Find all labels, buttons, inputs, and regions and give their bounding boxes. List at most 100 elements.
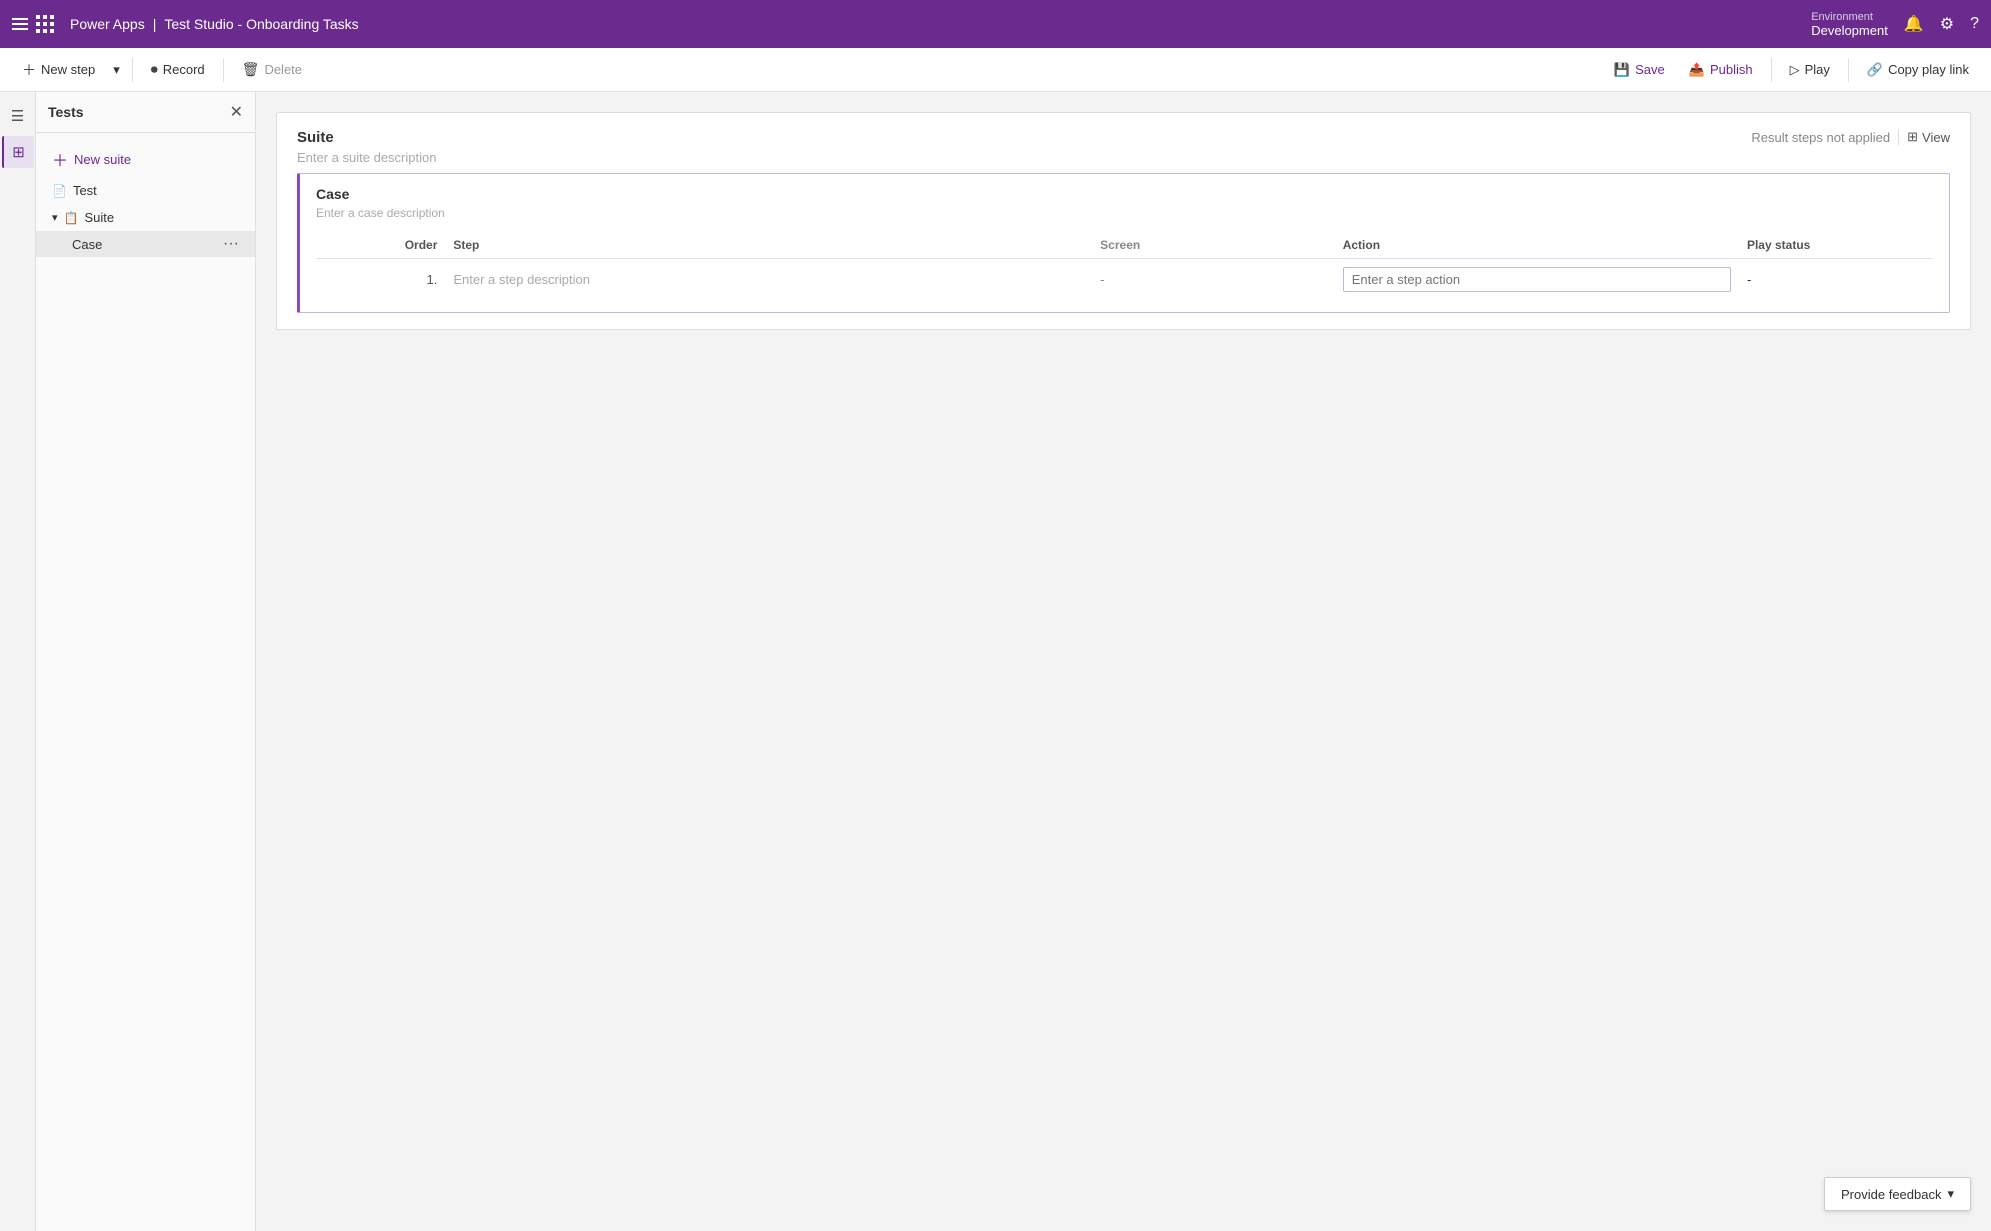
sidebar: Tests ✕ ＋ New suite 📄 Test ▾ 📋 Suite Cas…	[36, 92, 256, 1231]
topbar: Power Apps | Test Studio - Onboarding Ta…	[0, 0, 1991, 48]
steps-table-body: 1. Enter a step description - -	[316, 259, 1933, 301]
content-area: Suite Enter a suite description Result s…	[256, 92, 1991, 1231]
play-button[interactable]: ▷ Play	[1780, 54, 1840, 86]
suite-description-placeholder: Enter a suite description	[297, 150, 436, 165]
sidebar-item-suite[interactable]: ▾ 📋 Suite	[36, 204, 255, 231]
table-row: 1. Enter a step description - -	[316, 259, 1933, 301]
col-header-playstatus: Play status	[1739, 232, 1933, 259]
suite-card: Suite Enter a suite description Result s…	[276, 112, 1971, 330]
step-order: 1.	[316, 259, 445, 301]
apps-grid-icon	[36, 15, 54, 33]
publish-label: Publish	[1710, 62, 1753, 77]
hamburger-icon	[12, 18, 28, 30]
publish-icon: 📤	[1689, 62, 1705, 78]
nav-menu-button[interactable]: ☰	[2, 100, 34, 132]
toolbar-right-actions: 💾 Save 📤 Publish ▷ Play 🔗 Copy play link	[1604, 54, 1979, 86]
steps-table-header: Order Step Screen Action Play status	[316, 232, 1933, 259]
sidebar-close-button[interactable]: ✕	[230, 102, 243, 122]
steps-table: Order Step Screen Action Play status 1. …	[316, 232, 1933, 300]
chevron-down-icon: ▾	[113, 62, 120, 78]
new-suite-button[interactable]: ＋ New suite	[36, 141, 255, 177]
toolbar-separator-3	[1771, 58, 1772, 82]
sidebar-header: Tests ✕	[36, 92, 255, 133]
nav-tests-button[interactable]: ⊞	[2, 136, 34, 168]
sidebar-item-case[interactable]: Case ···	[36, 231, 255, 257]
sidebar-test-label: Test	[73, 183, 97, 198]
new-suite-label: New suite	[74, 152, 131, 167]
toolbar-separator-2	[223, 58, 224, 82]
record-label: Record	[163, 62, 205, 77]
sidebar-title: Tests	[48, 104, 84, 120]
step-action-input[interactable]	[1343, 267, 1731, 292]
case-title: Case	[316, 186, 1933, 202]
case-label: Case	[72, 237, 102, 252]
environment-label: Environment	[1811, 11, 1873, 23]
toolbar: ＋ New step ▾ ⏺ Record 🗑 Delete 💾 Save 📤 …	[0, 48, 1991, 92]
bell-icon: 🔔	[1904, 14, 1924, 34]
sidebar-title-text: Tests	[48, 104, 84, 120]
settings-button[interactable]: ⚙	[1940, 14, 1954, 34]
toolbar-separator-1	[132, 58, 133, 82]
chevron-down-icon: ▾	[1947, 1186, 1954, 1202]
new-step-dropdown-button[interactable]: ▾	[109, 54, 124, 86]
step-description-placeholder: Enter a step description	[453, 272, 590, 287]
delete-icon: 🗑	[242, 61, 260, 78]
step-description: Enter a step description	[445, 259, 1092, 301]
save-label: Save	[1635, 62, 1665, 77]
delete-label: Delete	[264, 62, 302, 77]
step-play-status: -	[1739, 259, 1933, 301]
record-icon: ⏺	[151, 61, 158, 78]
case-description-placeholder: Enter a case description	[316, 206, 1933, 220]
suite-actions: Result steps not applied ⊞ View	[1751, 129, 1950, 145]
col-header-step: Step	[445, 232, 1092, 259]
main-layout: ☰ ⊞ Tests ✕ ＋ New suite 📄 Test ▾ 📋	[0, 92, 1991, 1231]
steps-header-row: Order Step Screen Action Play status	[316, 232, 1933, 259]
doc-icon: 📄	[52, 184, 67, 198]
provide-feedback-button[interactable]: Provide feedback ▾	[1824, 1177, 1971, 1211]
help-button[interactable]: ?	[1970, 15, 1979, 33]
feedback-label: Provide feedback	[1841, 1187, 1941, 1202]
new-step-button[interactable]: ＋ New step	[12, 54, 105, 86]
copy-play-link-label: Copy play link	[1888, 62, 1969, 77]
suite-view-button[interactable]: ⊞ View	[1907, 129, 1950, 145]
sidebar-suite-label: Suite	[84, 210, 114, 225]
publish-button[interactable]: 📤 Publish	[1679, 54, 1763, 86]
plus-icon: ＋	[22, 60, 36, 80]
case-card: Case Enter a case description Order Step…	[297, 173, 1950, 313]
col-header-order: Order	[316, 232, 445, 259]
new-step-label: New step	[41, 62, 95, 77]
gear-icon: ⚙	[1940, 14, 1954, 34]
step-screen: -	[1092, 259, 1335, 301]
case-options-button[interactable]: ···	[223, 236, 239, 252]
col-header-screen: Screen	[1092, 232, 1335, 259]
suite-icon: 📋	[64, 211, 79, 225]
save-button[interactable]: 💾 Save	[1604, 54, 1675, 86]
view-label: View	[1922, 130, 1950, 145]
view-icon: ⊞	[1907, 129, 1918, 145]
step-action-cell	[1335, 259, 1739, 301]
result-steps-status: Result steps not applied	[1751, 130, 1890, 145]
suite-header: Suite Enter a suite description Result s…	[297, 129, 1950, 165]
plus-icon: ＋	[52, 147, 68, 171]
nav-strip: ☰ ⊞	[0, 92, 36, 1231]
app-name: Power Apps	[70, 16, 145, 32]
hamburger-menu-button[interactable]	[12, 18, 28, 30]
play-label: Play	[1805, 62, 1830, 77]
chevron-down-icon: ▾	[52, 211, 58, 224]
notifications-button[interactable]: 🔔	[1904, 14, 1924, 34]
record-button[interactable]: ⏺ Record	[141, 54, 215, 86]
play-icon: ▷	[1790, 62, 1800, 78]
copy-play-link-button[interactable]: 🔗 Copy play link	[1857, 54, 1979, 86]
delete-button[interactable]: 🗑 Delete	[232, 54, 312, 86]
environment-info: Environment Development	[1811, 11, 1888, 38]
suite-title: Suite	[297, 129, 436, 146]
topbar-separator: |	[153, 16, 157, 32]
suite-actions-separator	[1898, 129, 1899, 145]
sidebar-item-test[interactable]: 📄 Test	[36, 177, 255, 204]
tests-icon: ⊞	[12, 143, 25, 161]
menu-icon: ☰	[11, 107, 24, 125]
col-header-action: Action	[1335, 232, 1739, 259]
environment-name: Development	[1811, 23, 1888, 38]
studio-title: Test Studio - Onboarding Tasks	[164, 16, 358, 32]
question-icon: ?	[1970, 15, 1979, 33]
